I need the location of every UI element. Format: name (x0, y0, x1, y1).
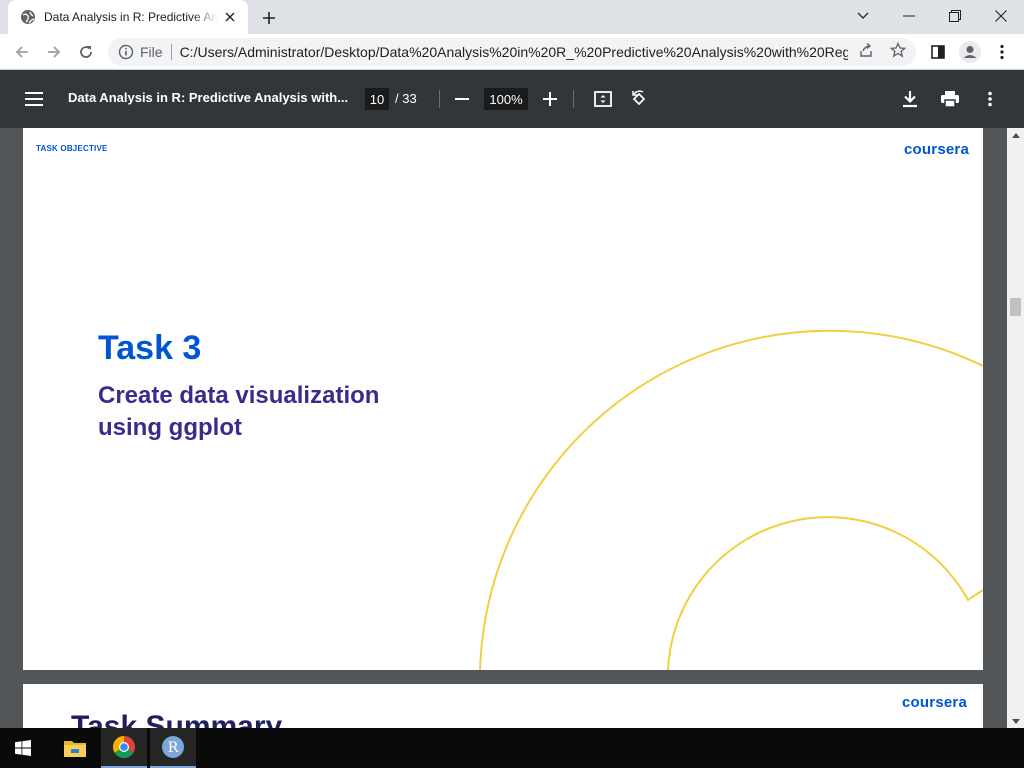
close-icon[interactable] (222, 9, 238, 25)
tab-search-button[interactable] (840, 0, 886, 32)
windows-start-icon[interactable] (0, 728, 46, 768)
minimize-button[interactable] (886, 0, 932, 32)
back-button[interactable] (8, 38, 36, 66)
close-window-button[interactable] (978, 0, 1024, 32)
url-scheme-label: File (140, 44, 163, 60)
slide-subtitle: Create data visualization using ggplot (98, 382, 380, 441)
chrome-icon[interactable] (101, 728, 147, 768)
zoom-out-button[interactable] (450, 87, 474, 111)
coursera-logo: coursera (902, 694, 967, 711)
page-number-input[interactable]: 10 (365, 88, 389, 110)
pdf-page-next: coursera Task Summary (23, 684, 983, 728)
slide-heading: Task 3 (98, 329, 202, 367)
fit-to-page-icon[interactable] (591, 87, 615, 111)
info-icon[interactable] (118, 44, 134, 60)
omnibox-divider (170, 44, 172, 60)
address-bar[interactable]: File C:/Users/Administrator/Desktop/Data… (108, 38, 916, 66)
pdf-document-title: Data Analysis in R: Predictive Analysis … (68, 90, 349, 105)
download-icon[interactable] (898, 87, 922, 111)
slide-heading: Task Summary (71, 710, 283, 728)
print-icon[interactable] (938, 87, 962, 111)
browser-toolbar: File C:/Users/Administrator/Desktop/Data… (0, 34, 1024, 70)
pdf-viewport[interactable]: TASK OBJECTIVE coursera Task 3 Create da… (0, 128, 1024, 728)
pdf-page-current: TASK OBJECTIVE coursera Task 3 Create da… (23, 128, 983, 670)
browser-tab[interactable]: Data Analysis in R: Predictive Analysis … (8, 0, 248, 34)
scrollbar-thumb[interactable] (1010, 298, 1021, 316)
rotate-icon[interactable] (627, 87, 651, 111)
zoom-level-input[interactable]: 100% (484, 88, 528, 110)
coursera-logo: coursera (904, 141, 969, 158)
scroll-up-arrow-icon[interactable] (1007, 128, 1024, 142)
r-icon-letter: R (168, 740, 179, 756)
section-label: TASK OBJECTIVE (36, 144, 108, 153)
bookmark-star-icon[interactable] (888, 40, 908, 60)
restore-button[interactable] (932, 0, 978, 32)
reload-button[interactable] (72, 38, 100, 66)
browser-menu-icon[interactable] (992, 42, 1012, 62)
scroll-down-arrow-icon[interactable] (1007, 714, 1024, 728)
new-tab-button[interactable] (258, 7, 280, 29)
globe-icon (20, 9, 36, 25)
vertical-scrollbar[interactable] (1007, 128, 1024, 728)
side-panel-icon[interactable] (928, 42, 948, 62)
pdf-toolbar: Data Analysis in R: Predictive Analysis … (0, 70, 1024, 128)
url-text[interactable]: C:/Users/Administrator/Desktop/Data%20An… (180, 44, 848, 60)
share-icon[interactable] (856, 40, 876, 60)
tab-strip: Data Analysis in R: Predictive Analysis … (0, 0, 1024, 34)
file-explorer-icon[interactable] (52, 728, 98, 768)
toolbar-divider (573, 90, 574, 108)
inner-arc (667, 516, 983, 670)
outer-arc (479, 329, 983, 670)
page-total: / 33 (395, 91, 417, 106)
zoom-in-button[interactable] (538, 87, 562, 111)
hamburger-menu-icon[interactable] (22, 87, 46, 111)
more-options-icon[interactable] (978, 87, 1002, 111)
tab-title: Data Analysis in R: Predictive Analysis … (44, 10, 218, 24)
windows-taskbar: R (0, 728, 1024, 768)
toolbar-divider (439, 90, 440, 108)
r-gui-icon[interactable]: R (150, 728, 196, 768)
forward-button[interactable] (40, 38, 68, 66)
profile-avatar-icon[interactable] (958, 40, 982, 64)
